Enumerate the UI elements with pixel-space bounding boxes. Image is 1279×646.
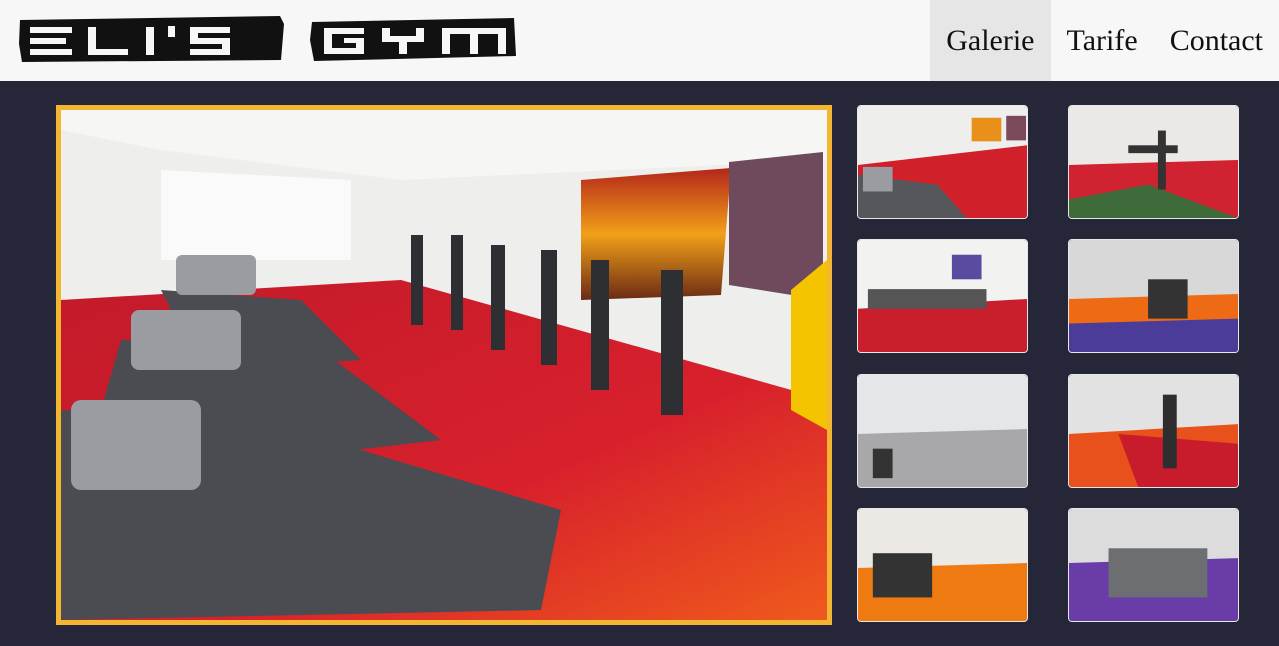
gym-photo [858,106,1027,218]
gym-logo[interactable] [18,14,518,71]
nav-item-galerie[interactable]: Galerie [930,0,1051,81]
gallery-thumbnail[interactable] [1068,239,1239,353]
gallery-thumbnail[interactable] [857,374,1028,488]
gym-photo [858,240,1027,352]
gallery-thumbnail[interactable] [857,105,1028,219]
gallery-thumbnail[interactable] [1068,374,1239,488]
gym-photo [858,509,1027,621]
nav-item-label: Tarife [1066,23,1138,57]
gym-photo [1069,106,1238,218]
gym-photo [1069,375,1238,487]
main-nav: Galerie Tarife Contact [930,0,1279,81]
gym-photo [858,375,1027,487]
nav-item-tarife[interactable]: Tarife [1051,0,1154,81]
featured-gallery-image[interactable] [56,105,832,625]
nav-item-label: Galerie [946,23,1035,57]
nav-item-label: Contact [1169,23,1263,57]
gallery-thumbnail[interactable] [1068,508,1239,622]
gym-photo [1069,240,1238,352]
gym-photo [61,110,827,620]
gallery-thumbnail[interactable] [857,508,1028,622]
gym-photo [1069,509,1238,621]
nav-item-contact[interactable]: Contact [1154,0,1279,81]
gallery-thumbnail[interactable] [1068,105,1239,219]
gallery-thumbnail[interactable] [857,239,1028,353]
site-header: Galerie Tarife Contact [0,0,1279,81]
